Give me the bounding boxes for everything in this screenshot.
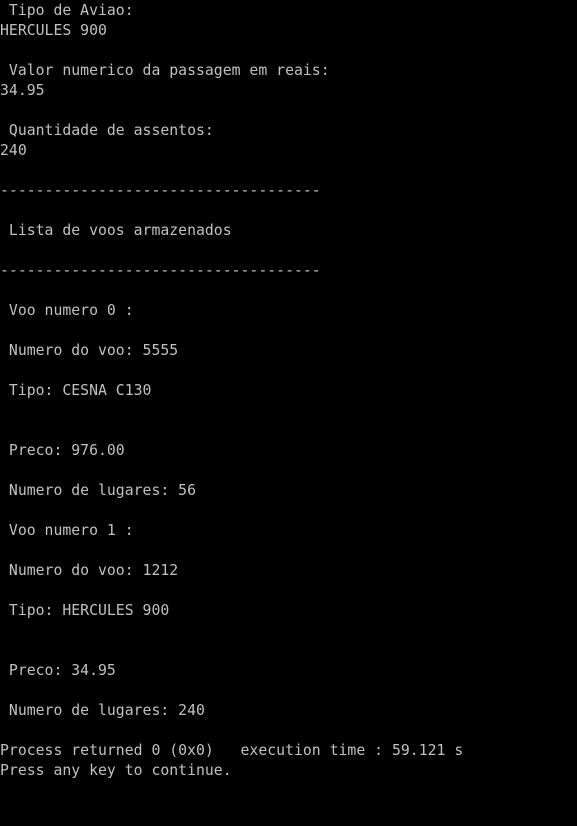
process-status-line: Process returned 0 (0x0) execution time … (0, 742, 464, 759)
press-any-key-prompt: Press any key to continue. (0, 762, 232, 779)
separator-line: ------------------------------------ (0, 182, 321, 199)
console-line: Numero de lugares: 56 (0, 482, 196, 499)
console-output[interactable]: Tipo de Aviao: HERCULES 900 Valor numeri… (0, 0, 577, 826)
console-line: HERCULES 900 (0, 22, 107, 39)
separator-line: ------------------------------------ (0, 262, 321, 279)
console-line: Voo numero 1 : (0, 522, 134, 539)
console-line: 34.95 (0, 82, 45, 99)
console-line: Preco: 976.00 (0, 442, 125, 459)
console-line: Voo numero 0 : (0, 302, 134, 319)
console-line: Preco: 34.95 (0, 662, 116, 679)
console-line: Tipo: HERCULES 900 (0, 602, 170, 619)
console-line: Numero do voo: 5555 (0, 342, 179, 359)
console-line: Tipo: CESNA C130 (0, 382, 152, 399)
console-line: Tipo de Aviao: (0, 2, 134, 19)
console-line: Numero do voo: 1212 (0, 562, 179, 579)
console-line: Quantidade de assentos: (0, 122, 214, 139)
console-line: 240 (0, 142, 27, 159)
console-line: Lista de voos armazenados (0, 222, 232, 239)
console-line: Numero de lugares: 240 (0, 702, 205, 719)
console-line: Valor numerico da passagem em reais: (0, 62, 330, 79)
